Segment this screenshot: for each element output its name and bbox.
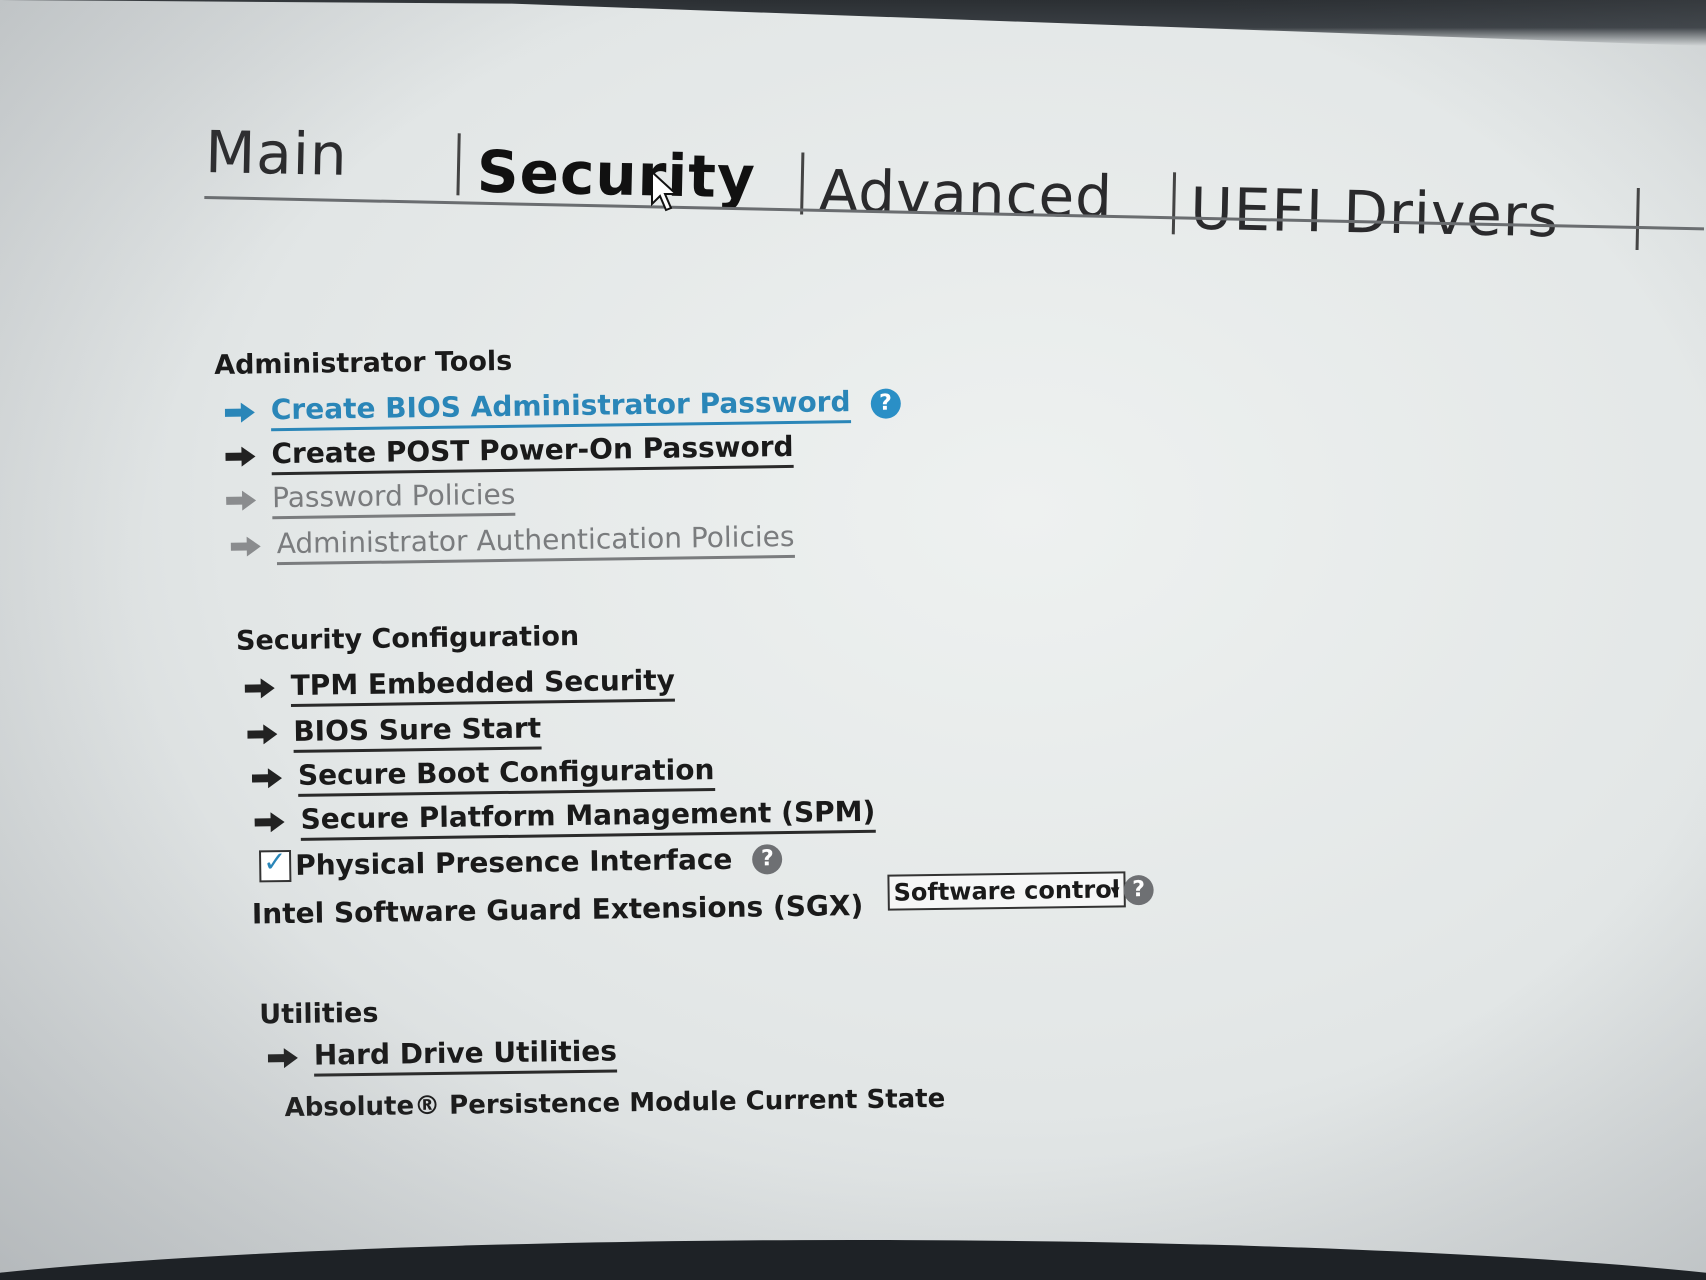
tab-security[interactable]: Security — [476, 138, 756, 212]
sgx-select-value: Software control — [893, 875, 1121, 907]
physical-presence-interface-checkbox[interactable]: ✓ — [258, 844, 292, 882]
link-label: TPM Embedded Security — [290, 663, 676, 707]
link-label: Create POST Power-On Password — [271, 429, 794, 476]
question-mark-icon[interactable]: ? — [1123, 874, 1154, 906]
link-label: Secure Platform Management (SPM) — [300, 794, 876, 841]
question-mark-icon[interactable]: ? — [752, 843, 783, 875]
link-label: Hard Drive Utilities — [313, 1034, 618, 1077]
right-arrow-icon — [224, 402, 255, 423]
secure-boot-configuration-link[interactable]: Secure Boot Configuration — [251, 753, 715, 797]
section-title-utilities: Utilities — [259, 997, 379, 1031]
create-bios-admin-password-link[interactable]: Create BIOS Administrator Password ? — [224, 384, 901, 432]
tab-separator — [1635, 187, 1640, 251]
secure-platform-management-link[interactable]: Secure Platform Management (SPM) — [254, 794, 876, 842]
right-arrow-icon — [226, 490, 257, 511]
admin-authentication-policies-link[interactable]: Administrator Authentication Policies — [230, 519, 795, 566]
sgx-select[interactable]: Software control ▾ — [887, 871, 1126, 911]
link-label: BIOS Sure Start — [293, 711, 542, 753]
right-arrow-icon — [267, 1048, 298, 1069]
link-label: Administrator Authentication Policies — [276, 519, 795, 566]
tab-separator — [800, 152, 805, 215]
tab-separator — [456, 133, 461, 196]
tab-advanced[interactable]: Advanced — [818, 157, 1114, 231]
right-arrow-icon — [230, 536, 261, 557]
link-label: Secure Boot Configuration — [297, 753, 715, 797]
monitor-bezel-top — [0, 0, 1706, 46]
security-content: Administrator Tools Create BIOS Administ… — [214, 336, 1225, 1130]
physical-presence-interface-label: Physical Presence Interface — [294, 842, 733, 882]
create-post-power-on-password-link[interactable]: Create POST Power-On Password — [225, 429, 794, 476]
right-arrow-icon — [251, 768, 282, 789]
tab-main[interactable]: Main — [205, 118, 349, 189]
absolute-persistence-state-label: Absolute® Persistence Module Current Sta… — [284, 1083, 946, 1124]
sgx-row: Intel Software Guard Extensions (SGX) So… — [251, 871, 1233, 948]
bios-sure-start-link[interactable]: BIOS Sure Start — [247, 711, 542, 753]
chevron-down-icon: ▾ — [1110, 880, 1120, 902]
right-arrow-icon — [247, 724, 278, 745]
tab-uefi-drivers[interactable]: UEFI Drivers — [1190, 175, 1560, 251]
mouse-pointer-icon — [651, 170, 679, 212]
section-title-security-configuration: Security Configuration — [235, 620, 580, 657]
checkmark-icon: ✓ — [262, 844, 287, 878]
monitor-bezel-bottom — [0, 1240, 1706, 1280]
sgx-label: Intel Software Guard Extensions (SGX) — [251, 888, 864, 931]
right-arrow-icon — [244, 678, 275, 699]
link-label: Password Policies — [271, 477, 516, 520]
right-arrow-icon — [254, 812, 285, 833]
section-title-admin-tools: Administrator Tools — [214, 345, 513, 381]
right-arrow-icon — [225, 446, 256, 467]
physical-presence-interface-row: ✓ Physical Presence Interface ? — [258, 842, 783, 882]
tab-bar: Main Security Advanced UEFI Drivers — [203, 118, 1705, 269]
question-mark-icon[interactable]: ? — [870, 388, 901, 419]
tab-separator — [1171, 172, 1177, 235]
link-label: Create BIOS Administrator Password — [270, 385, 851, 432]
hard-drive-utilities-link[interactable]: Hard Drive Utilities — [267, 1034, 618, 1077]
password-policies-link[interactable]: Password Policies — [226, 477, 516, 520]
tpm-embedded-security-link[interactable]: TPM Embedded Security — [244, 663, 676, 708]
